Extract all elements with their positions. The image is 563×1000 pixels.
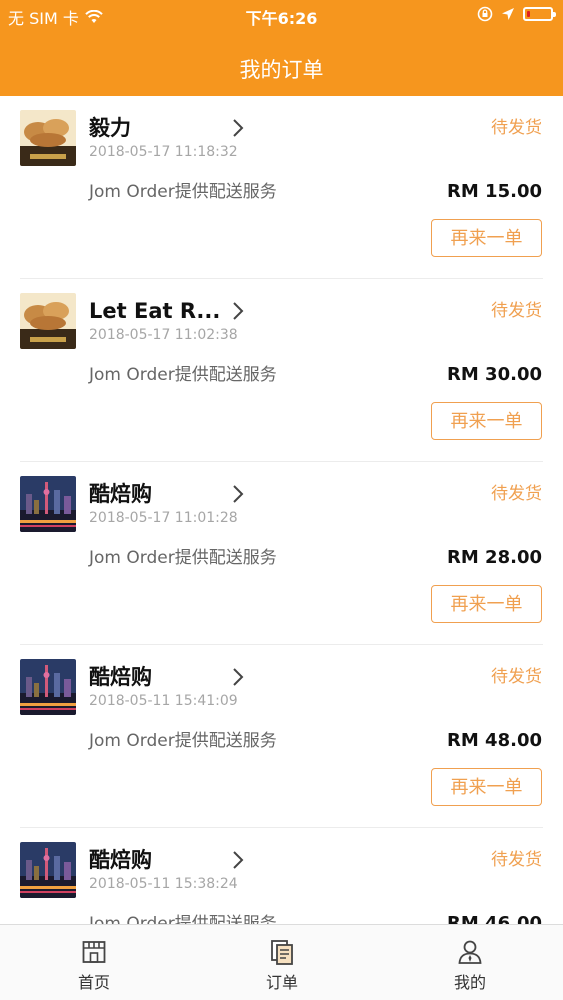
order-card[interactable]: 酷焙购 2018-05-17 11:01:28 待发货 Jom Order提供配送服务… xyxy=(0,462,563,645)
chevron-right-icon[interactable] xyxy=(232,850,244,870)
tab-orders-label: 订单 xyxy=(265,973,298,992)
chevron-right-icon[interactable] xyxy=(232,301,244,321)
shop-thumbnail[interactable] xyxy=(20,476,76,532)
battery-icon xyxy=(523,7,556,21)
tab-home-label: 首页 xyxy=(77,973,110,992)
page-title: 我的订单 xyxy=(239,58,324,82)
order-card[interactable]: 毅力 2018-05-17 11:18:32 待发货 Jom Order提供配送服务 R… xyxy=(0,96,563,279)
chevron-right-icon[interactable] xyxy=(232,667,244,687)
order-price: RM 30.00 xyxy=(447,364,542,385)
order-status: 待发货 xyxy=(491,667,542,687)
delivery-service-text: Jom Order提供配送服务 xyxy=(89,731,277,751)
storefront-icon xyxy=(82,941,106,963)
rotation-lock-icon xyxy=(477,6,493,22)
shop-thumbnail[interactable] xyxy=(20,293,76,349)
order-card[interactable]: 酷焙购 2018-05-11 15:41:09 待发货 Jom Order提供配送服务… xyxy=(0,645,563,828)
order-date: 2018-05-17 11:02:38 xyxy=(89,327,238,343)
battery-fill xyxy=(527,11,530,17)
delivery-service-text: Jom Order提供配送服务 xyxy=(89,914,277,924)
delivery-service-text: Jom Order提供配送服务 xyxy=(89,365,277,385)
tab-mine[interactable]: 我的 xyxy=(376,925,563,1000)
order-card[interactable]: Let Eat R... 2018-05-17 11:02:38 待发货 Jom Or… xyxy=(0,279,563,462)
app-screen: 无 SIM 卡 下午6:26 我的订单 毅力 2018-05-17 11:18:… xyxy=(0,0,563,1000)
shop-thumbnail[interactable] xyxy=(20,110,76,166)
tab-mine-label: 我的 xyxy=(453,973,486,992)
status-bar: 无 SIM 卡 下午6:26 xyxy=(0,0,563,30)
chevron-right-icon[interactable] xyxy=(232,118,244,138)
order-date: 2018-05-11 15:41:09 xyxy=(89,693,238,709)
shop-name[interactable]: 酷焙购 xyxy=(89,663,152,691)
reorder-button[interactable]: 再来一单 xyxy=(431,768,542,806)
chevron-right-icon[interactable] xyxy=(232,484,244,504)
shop-name[interactable]: 毅力 xyxy=(89,114,131,142)
order-list[interactable]: 毅力 2018-05-17 11:18:32 待发货 Jom Order提供配送服务 R… xyxy=(0,96,563,924)
order-status: 待发货 xyxy=(491,118,542,138)
order-status: 待发货 xyxy=(491,484,542,504)
order-price: RM 46.00 xyxy=(447,913,542,924)
order-price: RM 28.00 xyxy=(447,547,542,568)
order-status: 待发货 xyxy=(491,301,542,321)
order-date: 2018-05-11 15:38:24 xyxy=(89,876,238,892)
order-date: 2018-05-17 11:18:32 xyxy=(89,144,238,160)
order-card[interactable]: 酷焙购 2018-05-11 15:38:24 待发货 Jom Order提供配送服务… xyxy=(0,828,563,924)
order-price: RM 48.00 xyxy=(447,730,542,751)
person-icon xyxy=(458,940,482,964)
delivery-service-text: Jom Order提供配送服务 xyxy=(89,548,277,568)
reorder-button[interactable]: 再来一单 xyxy=(431,585,542,623)
tab-orders[interactable]: 订单 xyxy=(188,925,376,1000)
shop-thumbnail[interactable] xyxy=(20,842,76,898)
orders-icon xyxy=(271,940,293,965)
reorder-button[interactable]: 再来一单 xyxy=(431,402,542,440)
tab-home[interactable]: 首页 xyxy=(0,925,188,1000)
tab-bar: 首页 订单 我的 xyxy=(0,924,563,1000)
order-status: 待发货 xyxy=(491,850,542,870)
delivery-service-text: Jom Order提供配送服务 xyxy=(89,182,277,202)
shop-thumbnail[interactable] xyxy=(20,659,76,715)
status-right-group xyxy=(477,6,556,22)
order-date: 2018-05-17 11:01:28 xyxy=(89,510,238,526)
shop-name[interactable]: 酷焙购 xyxy=(89,846,152,874)
reorder-button[interactable]: 再来一单 xyxy=(431,219,542,257)
order-price: RM 15.00 xyxy=(447,181,542,202)
shop-name[interactable]: Let Eat R... xyxy=(89,297,219,325)
top-bar: 无 SIM 卡 下午6:26 我的订单 xyxy=(0,0,563,96)
shop-name[interactable]: 酷焙购 xyxy=(89,480,152,508)
location-arrow-icon xyxy=(502,8,514,20)
